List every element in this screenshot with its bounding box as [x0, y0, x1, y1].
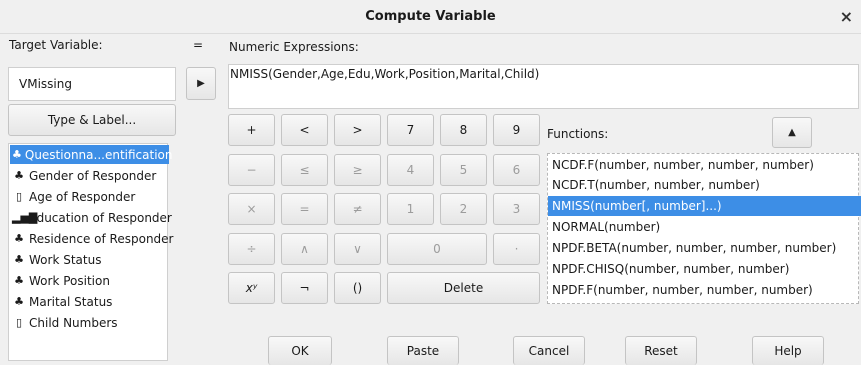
- target-variable-label: Target Variable:: [9, 38, 103, 52]
- variable-item[interactable]: ♣ Marital Status: [12, 292, 112, 311]
- key-9[interactable]: 9: [493, 114, 540, 146]
- key-0[interactable]: 0: [387, 233, 487, 265]
- variable-label: Work Position: [29, 273, 110, 288]
- scale-icon: ▯: [15, 190, 23, 203]
- close-icon[interactable]: ×: [840, 0, 853, 34]
- type-and-label-button[interactable]: Type & Label...: [8, 104, 176, 136]
- key-or[interactable]: ∨: [334, 233, 381, 265]
- key-power[interactable]: xʸ: [228, 272, 275, 304]
- function-item[interactable]: NPDF.F(number, number, number, number): [552, 280, 813, 300]
- variable-list[interactable]: ♣ Questionna...entification ♣ Gender of Re…: [8, 143, 173, 361]
- cancel-button[interactable]: Cancel: [513, 336, 585, 365]
- variable-item[interactable]: ♣ Residence of Responder: [12, 229, 173, 248]
- functions-up-button[interactable]: ▲: [772, 117, 812, 148]
- scale-icon: ▯: [15, 316, 23, 329]
- variable-item[interactable]: ♣ Gender of Responder: [12, 166, 156, 185]
- equals-sign: =: [193, 38, 204, 52]
- help-button[interactable]: Help: [752, 336, 824, 365]
- key-3[interactable]: 3: [493, 193, 540, 225]
- key-2[interactable]: 2: [440, 193, 487, 225]
- arrow-right-icon: ▶: [197, 78, 205, 89]
- function-item[interactable]: NCDF.T(number, number, number): [552, 175, 760, 195]
- key-less-than[interactable]: <: [281, 114, 328, 146]
- variable-label: Marital Status: [29, 294, 113, 309]
- variable-label: Age of Responder: [29, 189, 136, 204]
- paste-button[interactable]: Paste: [387, 336, 459, 365]
- ok-button[interactable]: OK: [268, 336, 332, 365]
- function-item[interactable]: NPDF.BETA(number, number, number, number…: [552, 238, 836, 258]
- key-plus[interactable]: +: [228, 114, 275, 146]
- function-item[interactable]: NCDF.F(number, number, number, number): [552, 155, 814, 175]
- variable-label: Child Numbers: [29, 315, 118, 330]
- key-1[interactable]: 1: [387, 193, 434, 225]
- variable-item[interactable]: ♣ Questionna...entification: [10, 145, 172, 164]
- key-and[interactable]: ∧: [281, 233, 328, 265]
- key-less-equal[interactable]: ≤: [281, 154, 328, 186]
- nominal-icon: ♣: [14, 253, 24, 266]
- key-parentheses[interactable]: (): [334, 272, 381, 304]
- arrow-up-icon: ▲: [788, 127, 796, 138]
- nominal-icon: ♣: [14, 295, 24, 308]
- key-equal[interactable]: =: [281, 193, 328, 225]
- numeric-expressions-label: Numeric Expressions:: [229, 40, 359, 54]
- variable-label: Gender of Responder: [29, 168, 157, 183]
- function-item[interactable]: NPDF.CHISQ(number, number, number): [552, 259, 789, 279]
- key-7[interactable]: 7: [387, 114, 434, 146]
- target-variable-field[interactable]: VMissing: [8, 67, 176, 101]
- variable-label: Residence of Responder: [29, 231, 174, 246]
- delete-button[interactable]: Delete: [387, 272, 540, 304]
- key-8[interactable]: 8: [440, 114, 487, 146]
- key-minus[interactable]: −: [228, 154, 275, 186]
- key-greater-than[interactable]: >: [334, 114, 381, 146]
- variable-item[interactable]: ▯ Child Numbers: [12, 313, 118, 332]
- ordinal-icon: ▂▅▇: [12, 211, 38, 224]
- key-divide[interactable]: ÷: [228, 233, 275, 265]
- nominal-icon: ♣: [14, 232, 24, 245]
- key-not-equal[interactable]: ≠: [334, 193, 381, 225]
- variable-item[interactable]: ▯ Age of Responder: [12, 187, 135, 206]
- key-decimal[interactable]: ·: [493, 233, 540, 265]
- functions-label: Functions:: [547, 127, 609, 141]
- nominal-icon: ♣: [12, 148, 22, 161]
- key-6[interactable]: 6: [493, 154, 540, 186]
- variable-item[interactable]: ♣ Work Status: [12, 250, 101, 269]
- function-item[interactable]: NMISS(number[, number]...): [548, 196, 861, 216]
- variable-item[interactable]: ♣ Work Position: [12, 271, 110, 290]
- nominal-icon: ♣: [14, 274, 24, 287]
- function-item[interactable]: NORMAL(number): [552, 217, 660, 237]
- key-greater-equal[interactable]: ≥: [334, 154, 381, 186]
- move-to-expression-button[interactable]: ▶: [186, 67, 216, 100]
- reset-button[interactable]: Reset: [625, 336, 697, 365]
- variable-label: Education of Responder: [29, 210, 172, 225]
- variable-label: Questionna...entification: [24, 147, 173, 162]
- key-5[interactable]: 5: [440, 154, 487, 186]
- key-multiply[interactable]: ×: [228, 193, 275, 225]
- functions-list[interactable]: NCDF.F(number, number, number, number) N…: [547, 153, 861, 304]
- key-not[interactable]: ¬: [281, 272, 328, 304]
- numeric-expression-input[interactable]: NMISS(Gender,Age,Edu,Work,Position,Marit…: [228, 64, 859, 109]
- variable-item[interactable]: ▂▅▇ Education of Responder: [12, 208, 172, 227]
- numeric-expression-text: NMISS(Gender,Age,Edu,Work,Position,Marit…: [230, 67, 540, 81]
- window-title: Compute Variable: [365, 9, 496, 24]
- variable-label: Work Status: [29, 252, 102, 267]
- nominal-icon: ♣: [14, 169, 24, 182]
- key-4[interactable]: 4: [387, 154, 434, 186]
